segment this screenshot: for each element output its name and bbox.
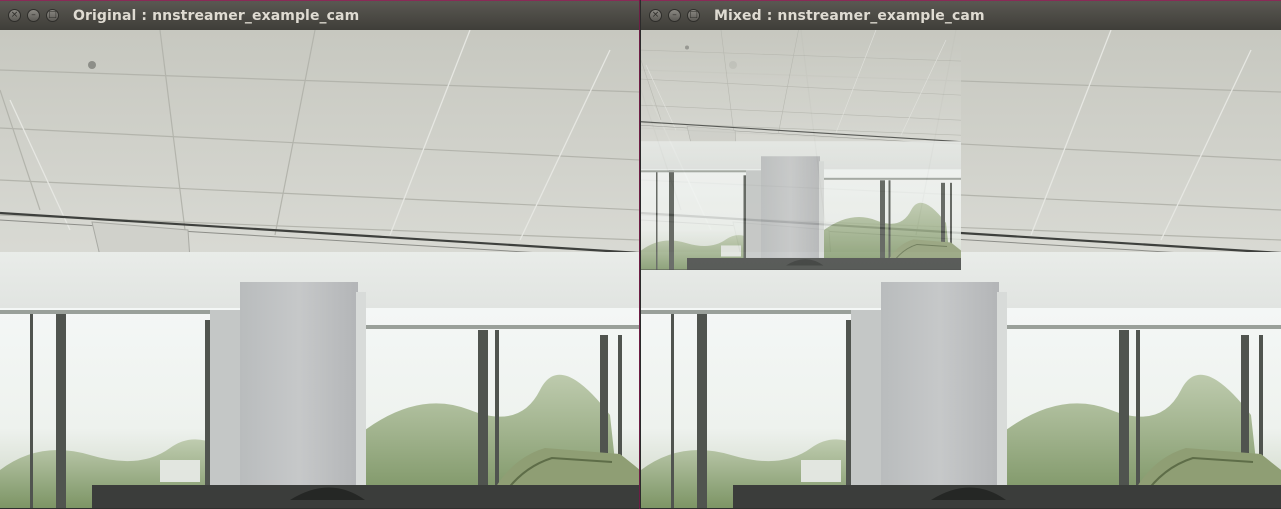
maximize-icon[interactable]: □ (687, 9, 700, 22)
close-icon[interactable]: × (649, 9, 662, 22)
titlebar[interactable]: × – □ Original : nnstreamer_example_cam (0, 0, 639, 30)
original-window: × – □ Original : nnstreamer_example_cam (0, 0, 640, 509)
window-title: Mixed : nnstreamer_example_cam (714, 8, 985, 24)
mixed-video-frame (641, 30, 1281, 509)
minimize-icon[interactable]: – (668, 9, 681, 22)
picture-in-picture-overlay (641, 30, 961, 270)
close-icon[interactable]: × (8, 9, 21, 22)
mixed-window: × – □ Mixed : nnstreamer_example_cam (641, 0, 1281, 509)
titlebar[interactable]: × – □ Mixed : nnstreamer_example_cam (641, 0, 1281, 30)
minimize-icon[interactable]: – (27, 9, 40, 22)
maximize-icon[interactable]: □ (46, 9, 59, 22)
window-title: Original : nnstreamer_example_cam (73, 8, 360, 24)
camera-video-frame (0, 30, 639, 509)
